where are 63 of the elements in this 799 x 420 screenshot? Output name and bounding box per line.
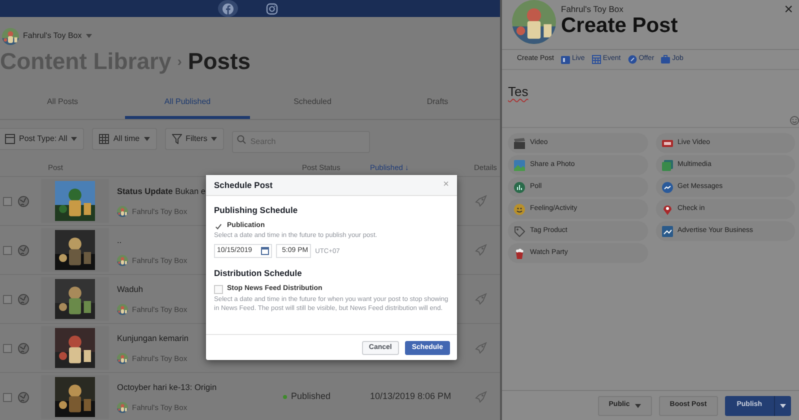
caret-icon (780, 404, 786, 408)
tab[interactable]: Drafts (375, 87, 500, 119)
smiley-icon (514, 204, 525, 214)
section-heading: Publishing Schedule (214, 204, 299, 217)
chat-icon (662, 182, 672, 192)
calendar-icon (592, 55, 601, 64)
tab[interactable]: Scheduled (250, 87, 375, 119)
chart-icon (662, 226, 672, 236)
instagram-icon (266, 2, 278, 14)
caret-icon (86, 34, 92, 38)
tab[interactable]: All Posts (0, 87, 125, 119)
breadcrumb-separator: › (177, 52, 182, 71)
briefcase-icon (661, 55, 670, 64)
page-name: Fahrul's Toy Box (561, 4, 624, 14)
rocket-icon[interactable] (475, 342, 487, 354)
page-selector[interactable]: Fahrul's Toy Box (2, 28, 92, 44)
post-text-area[interactable]: Tes (502, 70, 799, 128)
calendar-icon (99, 134, 110, 144)
close-button[interactable]: × (443, 180, 449, 190)
row-checkbox[interactable] (3, 392, 12, 402)
rocket-icon[interactable] (475, 293, 487, 305)
filter-dropdown[interactable]: Post Type: All (0, 128, 84, 150)
video-camera-icon (560, 55, 570, 64)
rocket-icon[interactable] (475, 195, 487, 207)
calendar-icon (261, 247, 269, 256)
publish-options-button[interactable] (774, 396, 791, 416)
pin-icon (662, 204, 672, 214)
rocket-icon[interactable] (475, 244, 487, 256)
caret-icon (144, 137, 150, 141)
funnel-icon (172, 134, 182, 144)
filter-dropdown[interactable]: All time (92, 128, 157, 150)
dialog-title: Schedule Post (214, 178, 273, 192)
section-heading: Distribution Schedule (214, 267, 303, 280)
caret-icon (211, 137, 218, 141)
clapperboard-icon (514, 138, 525, 148)
row-checkbox[interactable] (3, 294, 12, 304)
post-title[interactable]: Octoyber hari ke-13: Origin (117, 381, 277, 394)
checkbox[interactable] (214, 222, 223, 230)
popcorn-icon (514, 248, 525, 258)
page-title: Posts (188, 47, 251, 75)
row-checkbox[interactable] (3, 196, 12, 206)
search-icon (237, 135, 246, 144)
photo-icon (514, 160, 525, 170)
tag-icon (514, 226, 525, 236)
facebook-tab[interactable] (218, 0, 238, 17)
multimedia-icon (662, 160, 672, 170)
filter-dropdown[interactable]: Filters (164, 128, 224, 150)
status-text: Published (291, 390, 331, 404)
caret-icon (634, 404, 641, 408)
published-date: 10/13/2019 8:06 PM (370, 390, 452, 404)
smiley-icon[interactable] (790, 116, 799, 125)
row-checkbox[interactable] (3, 246, 12, 254)
post-type-icon (5, 134, 15, 144)
tab[interactable]: All Published (125, 87, 250, 119)
live-icon (662, 138, 672, 148)
post-text: Tes (508, 84, 528, 99)
row-checkbox[interactable] (3, 344, 12, 352)
close-button[interactable]: × (784, 2, 793, 17)
panel-title: Create Post (561, 14, 678, 38)
facebook-icon (222, 2, 234, 14)
rocket-icon[interactable] (475, 391, 487, 403)
caret-icon (71, 137, 78, 141)
poll-icon (514, 182, 525, 192)
